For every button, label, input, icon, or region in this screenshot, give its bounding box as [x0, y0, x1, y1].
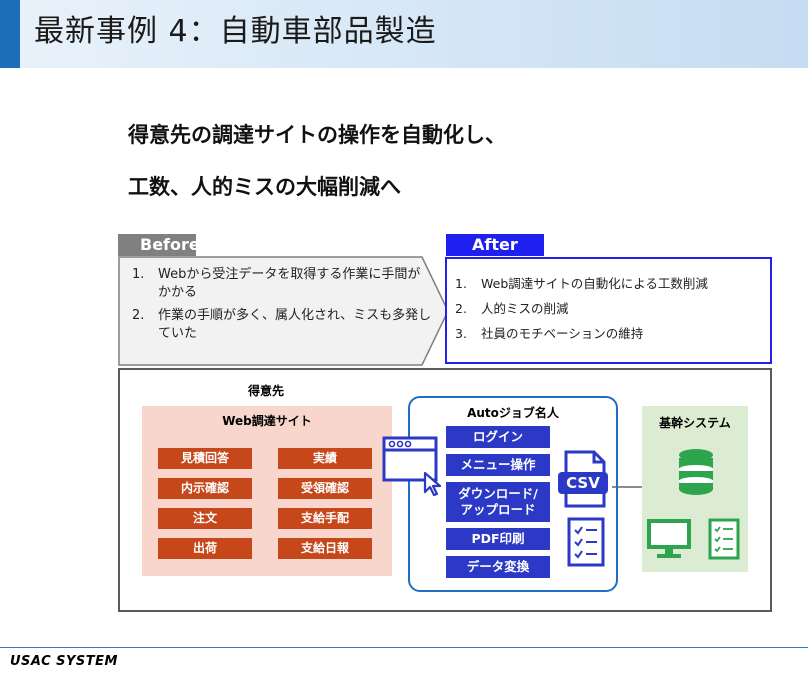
robot-step-download-upload: ダウンロード/アップロード [446, 482, 550, 522]
core-system-label: 基幹システム [659, 416, 731, 430]
lead-line-2: 工数、人的ミスの大幅削減へ [128, 175, 401, 199]
lead-line-1: 得意先の調達サイトの操作を自動化し、 [128, 123, 506, 147]
slide-title: 最新事例 4：自動車部品製造 [34, 14, 437, 49]
web-site-label: Web調達サイト [222, 414, 312, 428]
checklist-icon [708, 518, 740, 560]
site-button-shipment: 出荷 [158, 538, 252, 559]
workflow-diagram: 得意先 Web調達サイト 見積回答 実績 内示確認 受領確認 注文 支給手配 出… [118, 368, 772, 612]
site-button-supply-daily-report: 支給日報 [278, 538, 372, 559]
before-item: 1. Webから受注データを取得する作業に手間がかかる [132, 266, 432, 302]
site-button-supply-arrangement: 支給手配 [278, 508, 372, 529]
footer-divider [0, 647, 808, 648]
slide-header: 最新事例 4：自動車部品製造 [0, 0, 808, 68]
site-button-receipt-check: 受領確認 [278, 478, 372, 499]
csv-label: CSV [566, 474, 600, 492]
checklist-icon [567, 517, 605, 567]
before-item-text: 作業の手順が多く、属人化され、ミスも多発していた [158, 308, 432, 341]
after-item-text: 人的ミスの削減 [481, 301, 569, 316]
after-item-number: 1. [455, 276, 467, 291]
before-tag: Before [118, 234, 200, 256]
database-icon [679, 449, 713, 495]
web-site-panel: Web調達サイト 見積回答 実績 内示確認 受領確認 注文 支給手配 出荷 支給… [142, 406, 392, 576]
after-item-number: 3. [455, 326, 467, 341]
core-system-panel: 基幹システム [642, 406, 748, 572]
client-label: 得意先 [248, 384, 285, 398]
after-item: 2. 人的ミスの削減 [455, 300, 765, 318]
before-item-text: Webから受注データを取得する作業に手間がかかる [158, 267, 421, 300]
robot-step-data-convert: データ変換 [446, 556, 550, 578]
mouse-cursor-icon [423, 471, 442, 497]
before-item-number: 2. [132, 308, 145, 323]
robot-step-pdf-print: PDF印刷 [446, 528, 550, 550]
after-item-text: Web調達サイトの自動化による工数削減 [481, 276, 708, 291]
site-button-quote-reply: 見積回答 [158, 448, 252, 469]
company-logo: USAC SYSTEM [10, 654, 118, 669]
after-tag: After [446, 234, 544, 256]
after-item: 3. 社員のモチベーションの維持 [455, 325, 765, 343]
site-button-results: 実績 [278, 448, 372, 469]
monitor-icon [647, 519, 691, 558]
site-button-order: 注文 [158, 508, 252, 529]
after-item: 1. Web調達サイトの自動化による工数削減 [455, 275, 765, 293]
before-list: 1. Webから受注データを取得する作業に手間がかかる 2. 作業の手順が多く、… [132, 266, 432, 348]
before-item-number: 1. [132, 267, 145, 282]
header-accent-bar [0, 0, 20, 68]
after-box: 1. Web調達サイトの自動化による工数削減 2. 人的ミスの削減 3. 社員の… [445, 257, 772, 364]
after-list: 1. Web調達サイトの自動化による工数削減 2. 人的ミスの削減 3. 社員の… [455, 275, 765, 350]
site-button-forecast-check: 内示確認 [158, 478, 252, 499]
after-item-text: 社員のモチベーションの維持 [481, 326, 644, 341]
robot-label: Autoジョブ名人 [467, 406, 559, 420]
robot-step-menu: メニュー操作 [446, 454, 550, 476]
before-box: 1. Webから受注データを取得する作業に手間がかかる 2. 作業の手順が多く、… [118, 256, 450, 366]
before-item: 2. 作業の手順が多く、属人化され、ミスも多発していた [132, 307, 432, 343]
robot-step-login: ログイン [446, 426, 550, 448]
after-item-number: 2. [455, 301, 467, 316]
